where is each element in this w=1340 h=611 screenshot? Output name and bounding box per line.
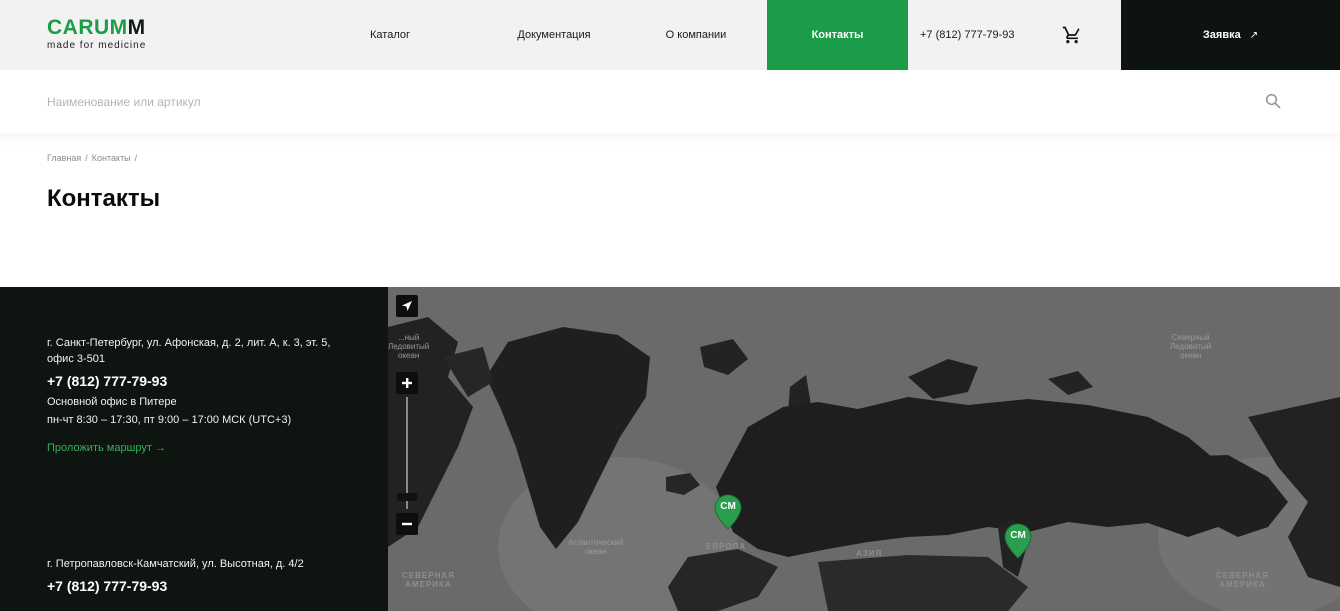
marker-label: CM bbox=[1010, 530, 1026, 541]
logo-tagline: made for medicine bbox=[47, 40, 147, 51]
request-button-label: Заявка bbox=[1202, 29, 1241, 41]
zoom-in-button[interactable] bbox=[396, 372, 418, 394]
zoom-out-button[interactable] bbox=[396, 513, 418, 535]
logo-wordmark: CARUMM bbox=[47, 16, 146, 39]
map-label-atlantic: Атлантический океан bbox=[568, 538, 624, 556]
nav-catalog[interactable]: Каталог bbox=[330, 0, 450, 70]
office-description: Основной офис в Питере bbox=[47, 396, 177, 408]
contacts-panel: г. Санкт-Петербург, ул. Афонская, д. 2, … bbox=[0, 287, 388, 611]
search-bar bbox=[0, 70, 1340, 133]
top-header: CARUMM made for medicine Каталог Докумен… bbox=[0, 0, 1340, 70]
logo[interactable]: CARUMM made for medicine bbox=[47, 16, 147, 52]
minus-icon bbox=[402, 522, 412, 526]
search-icon[interactable] bbox=[1265, 93, 1281, 109]
nav-about[interactable]: О компании bbox=[636, 0, 756, 70]
breadcrumb-home[interactable]: Главная bbox=[47, 153, 81, 163]
breadcrumb-current[interactable]: Контакты bbox=[92, 153, 131, 163]
cart-icon[interactable] bbox=[1062, 25, 1082, 45]
map-label-north-america-left: СЕВЕРНАЯ АМЕРИКА bbox=[402, 571, 455, 589]
map-pin-icon bbox=[1004, 523, 1032, 559]
search-input[interactable] bbox=[47, 88, 1227, 116]
plus-icon bbox=[402, 378, 412, 388]
office-hours: пн-чт 8:30 – 17:30, пт 9:00 – 17:00 МСК … bbox=[47, 414, 292, 426]
navigation-arrow-icon bbox=[402, 301, 412, 311]
nav-documentation[interactable]: Документация bbox=[494, 0, 614, 70]
map-label-arctic-right: Северный Ледовитый океан bbox=[1170, 333, 1212, 360]
header-phone-link[interactable]: +7 (812) 777-79-93 bbox=[920, 0, 1014, 70]
office-phone[interactable]: +7 (812) 777-79-93 bbox=[47, 578, 337, 594]
map[interactable]: ...ный Ледовитый океан Северный Ледовиты… bbox=[388, 287, 1340, 611]
nav-contacts[interactable]: Контакты bbox=[767, 0, 908, 70]
breadcrumb-separator: / bbox=[134, 153, 138, 163]
breadcrumb: Главная / Контакты / bbox=[47, 153, 137, 163]
map-label-arctic-left: ...ный Ледовитый океан bbox=[388, 333, 430, 360]
office-address: г. Санкт-Петербург, ул. Афонская, д. 2, … bbox=[47, 337, 331, 365]
arrow-up-right-icon: ↗ bbox=[1249, 29, 1259, 41]
request-button[interactable]: Заявка ↗ bbox=[1121, 0, 1340, 70]
map-marker-saint-petersburg[interactable]: CM bbox=[714, 494, 742, 530]
route-link[interactable]: Проложить маршрут → bbox=[47, 442, 166, 454]
page-title: Контакты bbox=[47, 185, 161, 212]
marker-label: CM bbox=[720, 501, 736, 512]
map-marker-petropavlovsk[interactable]: CM bbox=[1004, 523, 1032, 559]
breadcrumb-separator: / bbox=[85, 153, 88, 163]
map-label-north-america-right: СЕВЕРНАЯ АМЕРИКА bbox=[1216, 571, 1269, 589]
geolocate-button[interactable] bbox=[396, 295, 418, 317]
office-card: г. Петропавловск-Камчатский, ул. Высотна… bbox=[47, 556, 337, 594]
map-label-europe: ЕВРОПА bbox=[706, 542, 747, 551]
map-pin-icon bbox=[714, 494, 742, 530]
office-address: г. Петропавловск-Камчатский, ул. Высотна… bbox=[47, 558, 304, 570]
office-card: г. Санкт-Петербург, ул. Афонская, д. 2, … bbox=[47, 335, 337, 456]
office-phone[interactable]: +7 (812) 777-79-93 bbox=[47, 373, 337, 389]
zoom-slider-handle[interactable] bbox=[397, 493, 417, 501]
map-label-asia: АЗИЯ bbox=[856, 549, 883, 558]
